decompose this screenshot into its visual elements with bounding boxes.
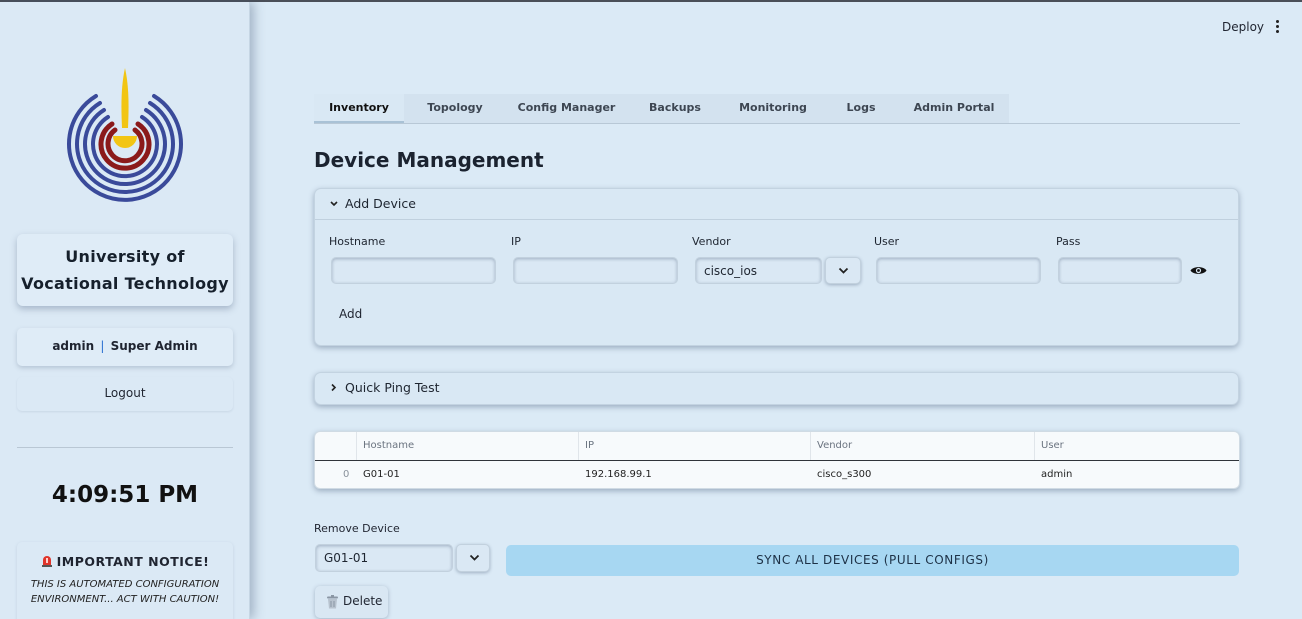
clock: 4:09:51 PM (51, 482, 199, 508)
user-name: admin (52, 339, 95, 353)
sidebar-divider (17, 447, 233, 448)
cell-ip[interactable]: 192.168.99.1 (585, 461, 652, 489)
notice-title-row: IMPORTANT NOTICE! (17, 554, 233, 569)
tab-inventory[interactable]: Inventory (314, 94, 404, 123)
column-divider (1034, 432, 1035, 460)
column-divider (578, 432, 579, 460)
ip-input[interactable] (513, 257, 678, 284)
cell-hostname[interactable]: G01-01 (363, 461, 400, 489)
user-label: User (874, 235, 900, 248)
hostname-label: Hostname (329, 235, 386, 248)
vendor-label: Vendor (692, 235, 731, 248)
remove-device-select[interactable]: G01-01 (315, 544, 453, 572)
page-title: Device Management (314, 148, 544, 172)
tab-bar: Inventory Topology Config Manager Backup… (314, 94, 1240, 124)
column-header-ip[interactable]: IP (585, 432, 594, 460)
notice-line2: ENVIRONMENT... ACT WITH CAUTION! (30, 594, 220, 605)
main-menu-icon[interactable] (1271, 19, 1283, 35)
column-divider (810, 432, 811, 460)
tab-backups[interactable]: Backups (627, 94, 723, 123)
tab-config-manager[interactable]: Config Manager (506, 94, 627, 123)
column-divider (356, 432, 357, 460)
delete-button[interactable]: Delete (315, 586, 388, 618)
column-header-vendor[interactable]: Vendor (817, 432, 852, 460)
tab-monitoring[interactable]: Monitoring (723, 94, 823, 123)
important-notice: IMPORTANT NOTICE! THIS IS AUTOMATED CONF… (17, 542, 233, 619)
university-name-line2: Vocational Technology (21, 274, 229, 293)
add-device-title: Add Device (345, 196, 416, 211)
ip-label: IP (511, 235, 521, 248)
expander-divider (315, 219, 1238, 220)
show-password-icon[interactable] (1190, 265, 1207, 276)
add-device-button[interactable]: Add (339, 307, 362, 321)
add-device-header[interactable]: Add Device (315, 189, 1238, 219)
user-role: Super Admin (110, 339, 198, 353)
quick-ping-expander: Quick Ping Test (314, 372, 1239, 405)
password-input[interactable] (1058, 257, 1182, 284)
hostname-input[interactable] (331, 257, 496, 284)
sidebar: University of Vocational Technology admi… (0, 2, 250, 619)
user-input[interactable] (876, 257, 1041, 284)
university-name-card: University of Vocational Technology (17, 234, 233, 306)
remove-device-dropdown-button[interactable] (456, 544, 490, 572)
notice-line1: THIS IS AUTOMATED CONFIGURATION (30, 579, 220, 590)
cell-user[interactable]: admin (1041, 461, 1072, 489)
add-device-expander: Add Device Hostname IP Vendor cisco_ios … (314, 188, 1239, 346)
vendor-select[interactable]: cisco_ios (695, 257, 822, 284)
vendor-dropdown-button[interactable] (825, 257, 861, 284)
chevron-right-icon (331, 383, 337, 392)
row-index: 0 (343, 469, 350, 480)
tab-logs[interactable]: Logs (823, 94, 899, 123)
university-logo-icon (67, 68, 183, 202)
tab-topology[interactable]: Topology (404, 94, 506, 123)
column-header-hostname[interactable]: Hostname (363, 432, 414, 460)
column-header-user[interactable]: User (1041, 432, 1064, 460)
remove-device-label: Remove Device (314, 522, 400, 535)
trash-icon (327, 595, 338, 609)
table-header-divider (315, 460, 1239, 461)
quick-ping-header[interactable]: Quick Ping Test (315, 373, 1238, 403)
user-separator: | (100, 339, 105, 353)
university-name-line1: University of (65, 247, 185, 266)
cell-vendor[interactable]: cisco_s300 (817, 461, 871, 489)
pass-label: Pass (1056, 235, 1081, 248)
chevron-down-icon (469, 554, 480, 561)
notice-title: IMPORTANT NOTICE! (56, 554, 210, 569)
quick-ping-title: Quick Ping Test (345, 380, 440, 395)
device-table: Hostname IP Vendor User 0 G01-01 192.168… (314, 431, 1240, 489)
sync-all-devices-button[interactable]: SYNC ALL DEVICES (PULL CONFIGS) (506, 545, 1239, 576)
delete-label: Delete (343, 594, 383, 608)
chevron-down-icon (330, 201, 338, 207)
chevron-down-icon (838, 267, 849, 274)
siren-icon (41, 556, 52, 567)
user-info-card: admin | Super Admin (17, 328, 233, 366)
tab-admin-portal[interactable]: Admin Portal (899, 94, 1009, 123)
notice-text: THIS IS AUTOMATED CONFIGURATION ENVIRONM… (17, 577, 233, 607)
deploy-button[interactable]: Deploy (1222, 20, 1264, 34)
logout-button[interactable]: Logout (17, 377, 233, 411)
